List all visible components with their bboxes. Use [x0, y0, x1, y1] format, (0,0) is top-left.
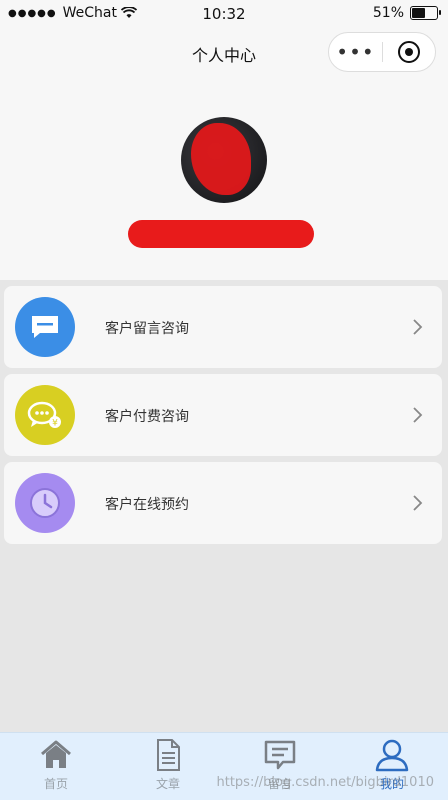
menu-item-message-consult[interactable]: 客户留言咨询	[4, 286, 442, 368]
avatar[interactable]	[181, 117, 267, 203]
menu-label: 客户在线预约	[105, 497, 189, 513]
tab-articles[interactable]: 文章	[112, 737, 224, 792]
menu-label: 客户留言咨询	[105, 321, 189, 337]
profile-header	[0, 80, 448, 280]
battery-icon	[410, 6, 441, 20]
chat-pay-icon: ¥	[15, 385, 75, 445]
close-target-icon	[398, 41, 420, 63]
nav-bar: 个人中心 •••	[0, 28, 448, 80]
status-bar: ●●●●● WeChat 10:32 51%	[0, 0, 448, 28]
status-battery: 51%	[372, 5, 441, 21]
message-icon	[15, 297, 75, 357]
battery-percent: 51%	[372, 5, 404, 21]
menu-item-paid-consult[interactable]: ¥ 客户付费咨询	[4, 374, 442, 456]
comment-icon	[264, 740, 296, 770]
mini-program-capsule: •••	[328, 32, 436, 72]
chevron-right-icon	[413, 319, 423, 335]
svg-text:¥: ¥	[52, 419, 58, 429]
clock-icon	[15, 473, 75, 533]
avatar-redaction	[191, 123, 251, 195]
chevron-right-icon	[413, 407, 423, 423]
home-icon	[41, 740, 71, 768]
tab-bar: 首页 文章 留言 我的 https://blog.csdn.net/bigbir…	[0, 732, 448, 800]
tab-label: 首页	[43, 777, 68, 791]
tab-label: 文章	[155, 777, 180, 791]
user-icon	[375, 739, 409, 772]
close-button[interactable]	[383, 41, 435, 63]
watermark: https://blog.csdn.net/bigbird1010	[216, 775, 435, 790]
chevron-right-icon	[413, 495, 423, 511]
menu-label: 客户付费咨询	[105, 409, 189, 425]
tab-home[interactable]: 首页	[0, 737, 112, 792]
document-icon	[157, 739, 180, 771]
menu-item-online-booking[interactable]: 客户在线预约	[4, 462, 442, 544]
username-redaction	[128, 220, 314, 248]
more-button[interactable]: •••	[329, 42, 382, 62]
